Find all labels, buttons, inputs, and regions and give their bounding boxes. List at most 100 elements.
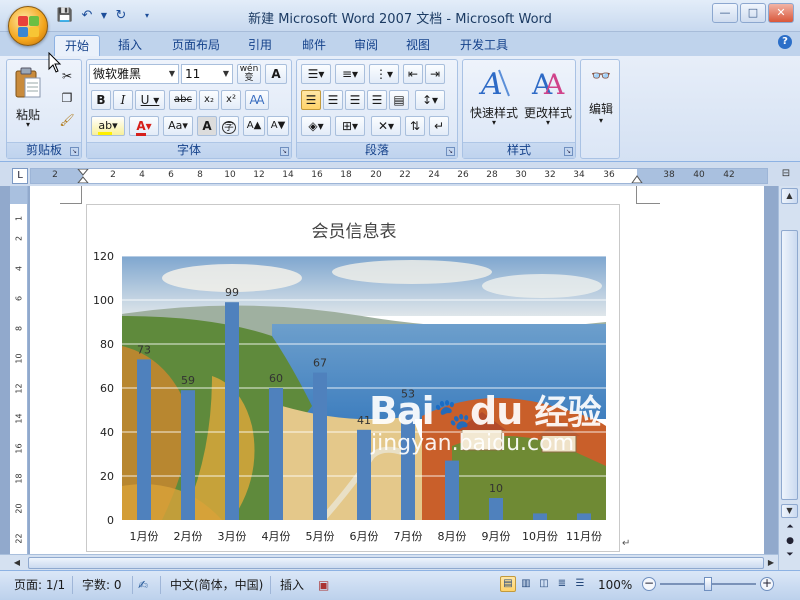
bar[interactable] [181,390,195,520]
bullets-icon[interactable]: ☰▾ [301,64,331,84]
clear-format-button[interactable]: A [265,64,287,84]
increase-indent-icon[interactable]: ⇥ [425,64,445,84]
paste-button[interactable]: 粘贴 ▾ [11,64,45,138]
minimize-button[interactable]: — [712,3,738,23]
maximize-button[interactable]: □ [740,3,766,23]
shrink-font-button[interactable]: A▼ [267,116,289,136]
bold-button[interactable]: B [91,90,111,110]
font-size-combo[interactable]: 11 ▼ [181,64,233,84]
bar[interactable] [225,302,239,520]
line-spacing-icon[interactable]: ↕▾ [415,90,445,110]
editing-group[interactable]: 👓 编辑 ▾ [580,59,620,159]
bar[interactable] [137,359,151,520]
scroll-left-icon[interactable]: ◀ [10,557,24,569]
justify-icon[interactable]: ☰ [367,90,387,110]
zoom-level[interactable]: 100% [598,577,632,593]
scroll-down-icon[interactable]: ▼ [781,504,798,518]
bar[interactable] [533,513,547,520]
tab-view[interactable]: 视图 [396,35,440,56]
zoom-in-icon[interactable]: + [760,577,774,591]
font-launcher-icon[interactable]: ↘ [280,147,289,156]
tab-insert[interactable]: 插入 [108,35,152,56]
zoom-out-icon[interactable]: − [642,577,656,591]
bar[interactable] [313,372,327,520]
numbering-icon[interactable]: ≡▾ [335,64,365,84]
enclose-char-button[interactable]: 字 [219,116,239,136]
outline-view-icon[interactable]: ≣ [554,576,570,592]
styles-launcher-icon[interactable]: ↘ [564,147,573,156]
vertical-ruler[interactable]: 1 2 4 6 8 10 12 14 16 18 20 22 [10,186,28,570]
proofing-icon[interactable]: ✍ [138,577,148,593]
office-button[interactable] [8,6,48,46]
tab-page-layout[interactable]: 页面布局 [162,35,230,56]
change-styles-button[interactable]: A A 更改样式 ▾ [521,64,575,138]
zoom-slider-thumb[interactable] [704,577,712,591]
decrease-indent-icon[interactable]: ⇤ [403,64,423,84]
borders-icon[interactable]: ⊞▾ [335,116,365,136]
bar[interactable] [445,460,459,520]
bar[interactable] [269,388,283,520]
highlight-color-button[interactable]: ab▾ [91,116,125,136]
document-page[interactable]: 会员信息表 0 20 40 60 80 100 120 73 1月份 59 2月… [30,186,764,570]
scroll-thumb[interactable] [781,230,798,500]
insert-mode[interactable]: 插入 [280,577,304,593]
tab-developer[interactable]: 开发工具 [450,35,518,56]
horizontal-ruler[interactable]: 2 2 4 6 8 10 12 14 16 18 20 22 24 26 28 … [30,168,768,184]
vertical-scrollbar[interactable]: ▲ ▼ ⏶ ● ⏷ [778,186,800,570]
sort-icon[interactable]: ⇅ [405,116,425,136]
grow-font-button[interactable]: A▲ [243,116,265,136]
previous-page-icon[interactable]: ⏶ [783,522,797,536]
align-right-icon[interactable]: ☰ [345,90,365,110]
horizontal-scrollbar[interactable]: ◀ ▶ [0,554,778,570]
scroll-up-icon[interactable]: ▲ [781,188,798,204]
help-icon[interactable]: ? [778,35,792,49]
page-count[interactable]: 页面: 1/1 [14,577,65,593]
close-button[interactable]: ✕ [768,3,794,23]
strikethrough-button[interactable]: abc [169,90,197,110]
show-marks-icon[interactable]: ↵ [429,116,449,136]
print-layout-view-icon[interactable]: ▤ [500,576,516,592]
font-name-combo[interactable]: 微软雅黑 ▼ [89,64,179,84]
hscroll-thumb[interactable] [28,557,764,569]
scroll-right-icon[interactable]: ▶ [764,557,778,569]
tab-references[interactable]: 引用 [238,35,282,56]
clipboard-launcher-icon[interactable]: ↘ [70,147,79,156]
macro-record-icon[interactable]: ▣ [318,577,329,593]
align-left-icon[interactable]: ☰ [301,90,321,110]
select-browse-object-icon[interactable]: ● [783,536,797,550]
tab-mailings[interactable]: 邮件 [292,35,336,56]
italic-button[interactable]: I [113,90,133,110]
tab-selector[interactable]: L [12,168,28,184]
phonetic-guide-button[interactable]: wén 变 [237,64,261,84]
change-case-button[interactable]: Aa▾ [163,116,193,136]
bar[interactable] [577,513,591,520]
format-painter-icon[interactable]: 🖌 [57,110,77,130]
tab-review[interactable]: 审阅 [344,35,388,56]
chart[interactable]: 会员信息表 0 20 40 60 80 100 120 73 1月份 59 2月… [86,204,620,552]
right-indent-icon[interactable] [631,175,643,183]
underline-button[interactable]: U ▾ [135,90,165,110]
first-line-indent-icon[interactable] [77,169,89,183]
paragraph-launcher-icon[interactable]: ↘ [446,147,455,156]
align-center-icon[interactable]: ☰ [323,90,343,110]
font-color-button[interactable]: A▾ [129,116,159,136]
copy-icon[interactable]: ❐ [57,88,77,108]
change-case-icon[interactable]: Ꜳ [245,90,269,110]
distributed-icon[interactable]: ▤ [389,90,409,110]
superscript-button[interactable]: x² [221,90,241,110]
multilevel-list-icon[interactable]: ⋮▾ [369,64,399,84]
bar[interactable] [489,498,503,520]
char-shading-button[interactable]: A [197,116,217,136]
next-page-icon[interactable]: ⏷ [783,550,797,564]
shading-icon[interactable]: ◈▾ [301,116,331,136]
bar[interactable] [357,429,371,520]
language-status[interactable]: 中文(简体，中国) [170,577,263,593]
view-ruler-icon[interactable]: ⊟ [778,168,794,184]
draft-view-icon[interactable]: ☰ [572,576,588,592]
chinese-layout-icon[interactable]: ✕▾ [371,116,401,136]
quick-styles-button[interactable]: A 快速样式 ▾ [467,64,521,138]
subscript-button[interactable]: x₂ [199,90,219,110]
web-layout-icon[interactable]: ◫ [536,576,552,592]
full-screen-reading-icon[interactable]: ▥ [518,576,534,592]
word-count[interactable]: 字数: 0 [82,577,122,593]
